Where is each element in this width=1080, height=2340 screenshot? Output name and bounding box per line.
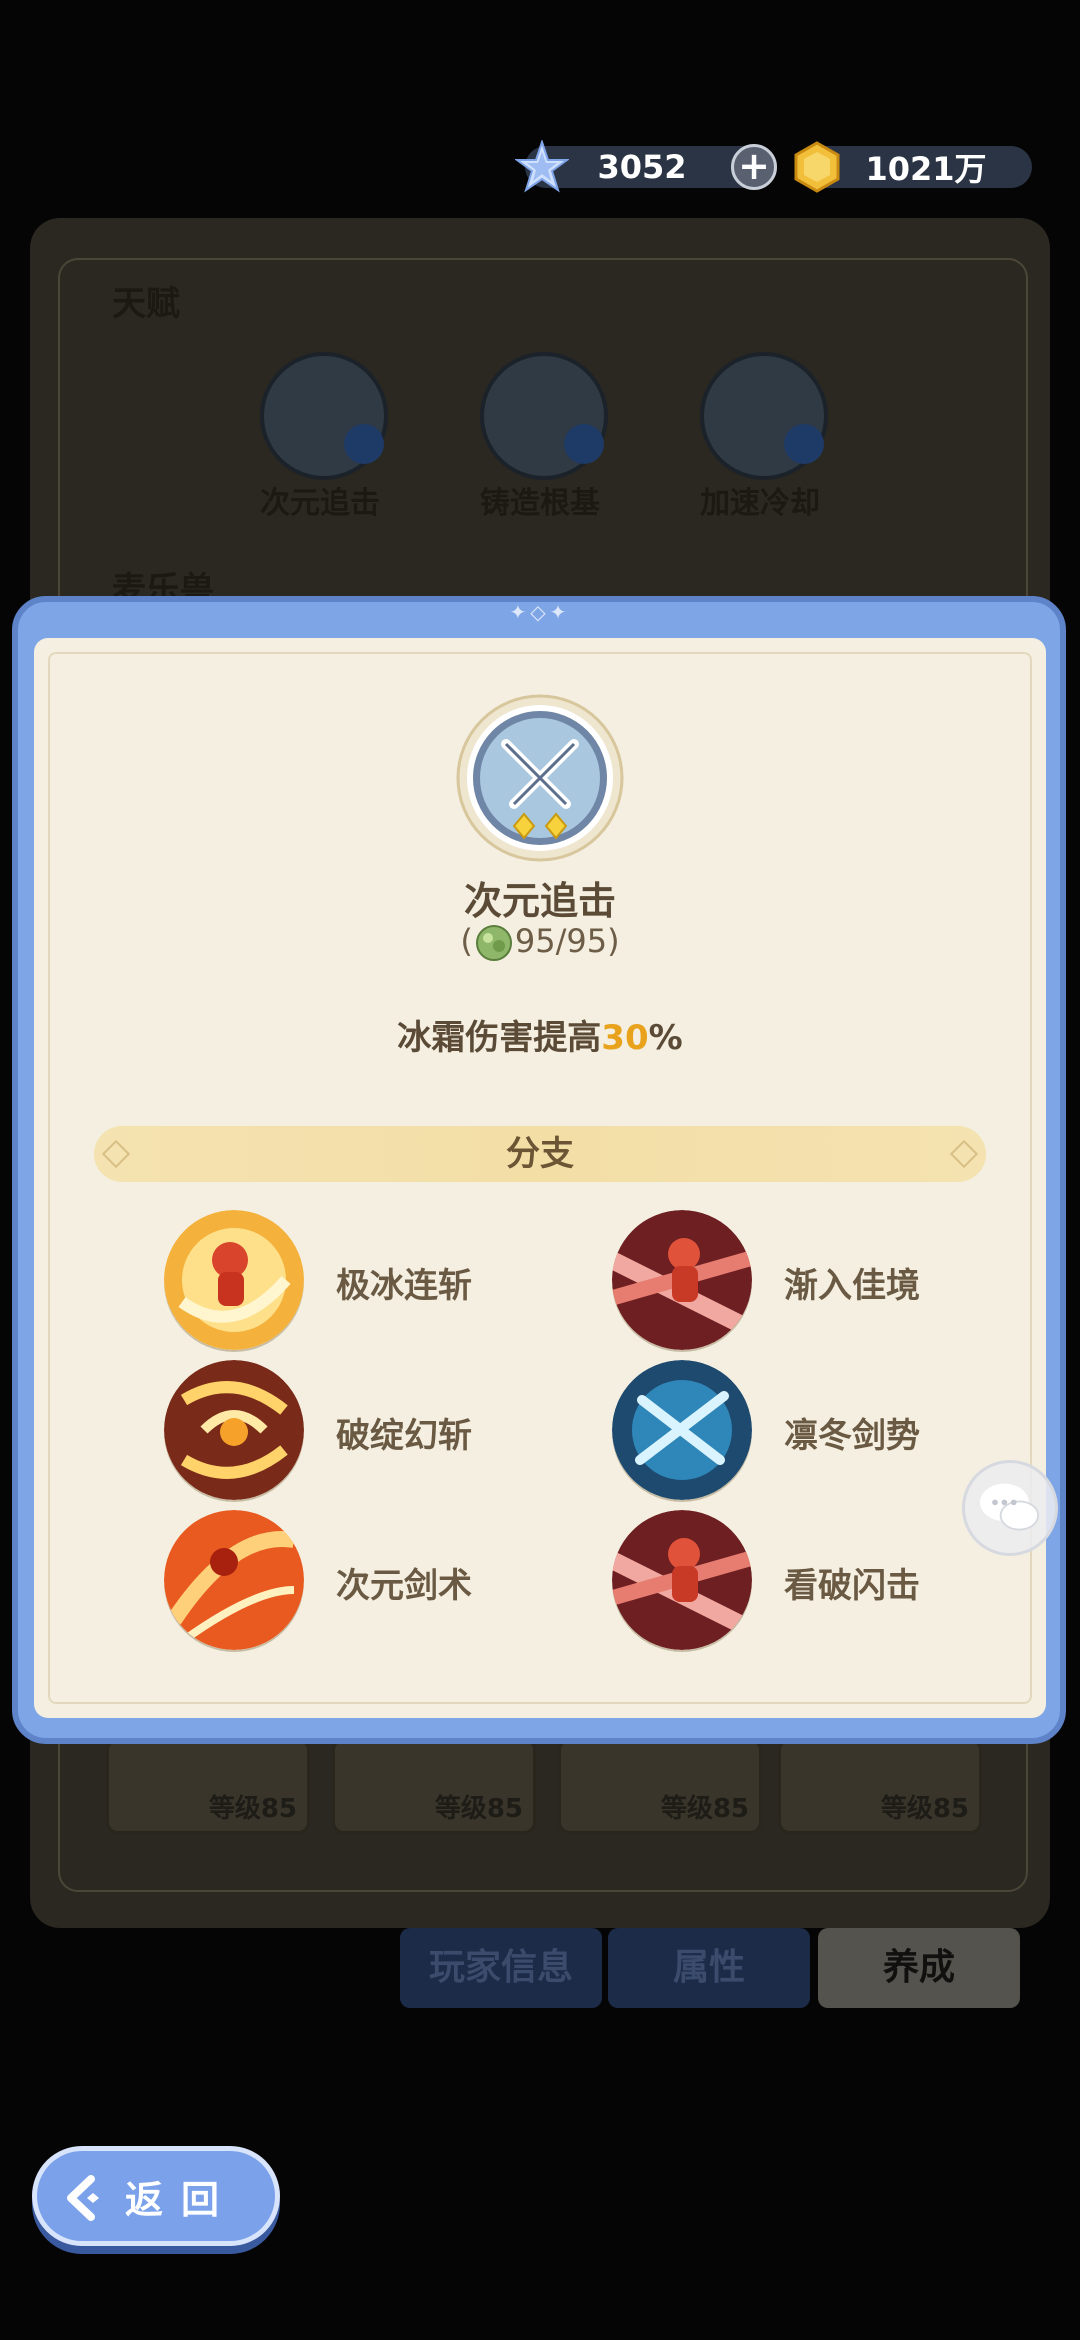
chat-bubble-icon bbox=[980, 1483, 1040, 1531]
pet-card[interactable]: 等级85 bbox=[778, 1738, 982, 1834]
skill-description: 冰霜伤害提高30% bbox=[0, 1010, 1080, 1059]
magnifier-icon bbox=[784, 424, 824, 464]
momentum-icon bbox=[612, 1210, 752, 1350]
pet-card[interactable]: 等级85 bbox=[558, 1738, 762, 1834]
req-close: ) bbox=[607, 922, 620, 960]
pet-level: 等级85 bbox=[208, 1794, 297, 1824]
green-crystal-icon bbox=[475, 925, 512, 961]
popup-ornament: ✦◇✦ bbox=[509, 600, 571, 624]
desc-prefix: 冰霜伤害提高 bbox=[397, 1018, 602, 1058]
ice-slash-combo-icon bbox=[164, 1210, 304, 1350]
branch-item[interactable]: 渐入佳境 bbox=[612, 1210, 1042, 1350]
magnifier-icon bbox=[344, 424, 384, 464]
tab-attributes[interactable]: 属性 bbox=[608, 1928, 810, 2008]
back-label: 返回 bbox=[125, 2178, 238, 2222]
talent-section-title: 天赋 bbox=[112, 284, 180, 324]
talent-label: 铸造根基 bbox=[480, 486, 600, 521]
branch-label: 次元剑术 bbox=[336, 1566, 472, 1606]
pet-card[interactable]: 等级85 bbox=[332, 1738, 536, 1834]
chat-button[interactable] bbox=[962, 1460, 1058, 1556]
branch-label: 极冰连斩 bbox=[336, 1266, 472, 1306]
see-through-flash-icon bbox=[612, 1510, 752, 1650]
tab-training[interactable]: 养成 bbox=[818, 1928, 1020, 2008]
skill-requirement: ( 95/95) bbox=[0, 922, 1080, 962]
dimension-swordplay-icon bbox=[164, 1510, 304, 1650]
add-gems-button[interactable]: + bbox=[731, 144, 777, 190]
back-arrow-icon bbox=[67, 2175, 99, 2221]
talent-label: 加速冷却 bbox=[700, 486, 820, 521]
req-open: ( bbox=[460, 922, 473, 960]
branch-label: 渐入佳境 bbox=[784, 1266, 920, 1306]
talent-label: 次元追击 bbox=[260, 486, 380, 521]
crossed-swords-icon bbox=[456, 694, 624, 862]
branch-item[interactable]: 破绽幻斩 bbox=[164, 1360, 594, 1500]
magnifier-icon bbox=[564, 424, 604, 464]
flaw-phantom-slash-icon bbox=[164, 1360, 304, 1500]
gem-counter: 3052 + bbox=[515, 140, 777, 193]
gold-counter: 1021万 bbox=[794, 141, 1032, 193]
branch-item[interactable]: 次元剑术 bbox=[164, 1510, 594, 1650]
branch-label: 看破闪击 bbox=[784, 1566, 920, 1606]
pet-level: 等级85 bbox=[660, 1794, 749, 1824]
back-button[interactable]: 返回 bbox=[32, 2146, 280, 2246]
desc-suffix: % bbox=[648, 1018, 683, 1058]
pet-level: 等级85 bbox=[434, 1794, 523, 1824]
desc-value: 30 bbox=[601, 1018, 649, 1058]
tab-player-info[interactable]: 玩家信息 bbox=[400, 1928, 602, 2008]
branch-header: 分支 bbox=[94, 1126, 986, 1182]
branch-label: 破绽幻斩 bbox=[336, 1416, 472, 1456]
pet-level: 等级85 bbox=[880, 1794, 969, 1824]
gold-count: 1021万 bbox=[865, 150, 987, 188]
pet-card[interactable]: 等级85 bbox=[106, 1738, 310, 1834]
winter-sword-icon bbox=[612, 1360, 752, 1500]
skill-name: 次元追击 bbox=[463, 879, 616, 923]
branch-label: 凛冬剑势 bbox=[784, 1416, 920, 1456]
requirement-value: 95/95 bbox=[514, 922, 608, 960]
branch-item[interactable]: 极冰连斩 bbox=[164, 1210, 594, 1350]
